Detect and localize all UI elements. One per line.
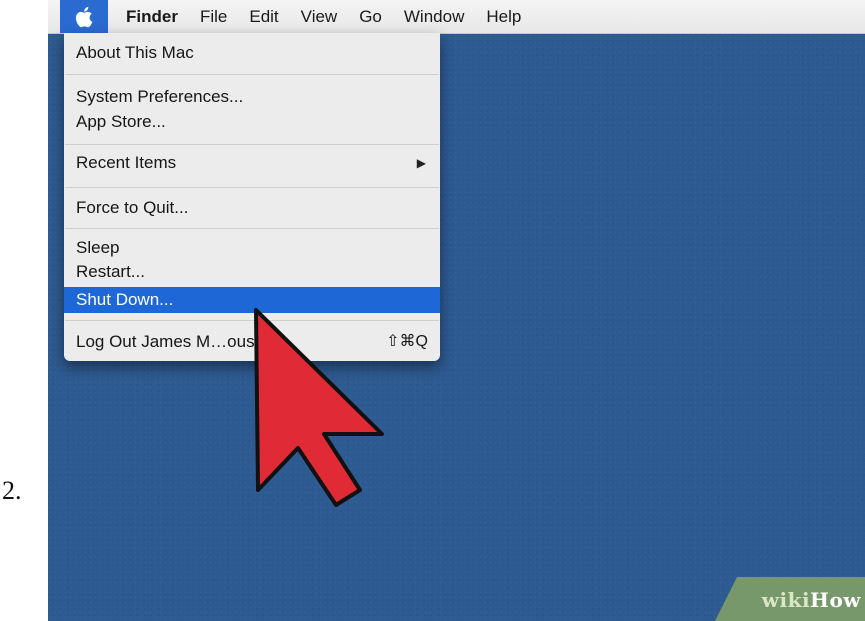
- menubar-view[interactable]: View: [290, 0, 349, 33]
- menu-item-app-store[interactable]: App Store...: [64, 109, 440, 135]
- triangle-right-icon: ▶: [416, 156, 426, 170]
- menubar-edit[interactable]: Edit: [238, 0, 289, 33]
- menu-item-sleep[interactable]: Sleep: [64, 235, 440, 261]
- menu-item-label: Recent Items: [76, 153, 177, 172]
- red-arrow-cursor-icon: [254, 308, 384, 507]
- mac-desktop-screenshot: Finder File Edit View Go Window Help Abo…: [48, 0, 865, 621]
- menu-bar: Finder File Edit View Go Window Help: [48, 0, 865, 34]
- menubar-go[interactable]: Go: [348, 0, 393, 33]
- watermark-wiki-text: wiki: [761, 588, 811, 612]
- apple-menu-button[interactable]: [60, 0, 108, 33]
- wikihow-watermark: wikiHow: [715, 577, 865, 621]
- menu-separator: [65, 187, 439, 188]
- menubar-help[interactable]: Help: [475, 0, 532, 33]
- menu-item-about-this-mac[interactable]: About This Mac: [64, 40, 440, 66]
- menu-item-restart[interactable]: Restart...: [64, 259, 440, 285]
- watermark-how-text: How: [810, 588, 861, 612]
- menu-item-recent-items[interactable]: Recent Items ▶: [64, 150, 440, 176]
- menu-item-system-preferences[interactable]: System Preferences...: [64, 84, 440, 110]
- menubar-window[interactable]: Window: [393, 0, 475, 33]
- menu-separator: [65, 228, 439, 229]
- menubar-finder[interactable]: Finder: [108, 0, 189, 33]
- step-number: 2.: [2, 476, 22, 505]
- apple-logo-icon: [75, 6, 93, 27]
- menu-separator: [65, 74, 439, 75]
- menubar-file[interactable]: File: [189, 0, 238, 33]
- menu-item-force-quit[interactable]: Force to Quit...: [64, 195, 440, 221]
- menu-separator: [65, 144, 439, 145]
